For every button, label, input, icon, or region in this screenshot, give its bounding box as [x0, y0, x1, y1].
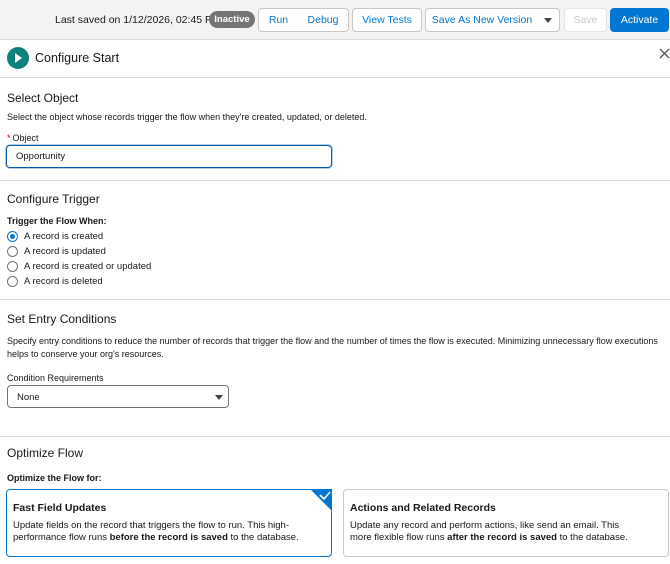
card-title: Actions and Related Records: [350, 502, 496, 514]
builder-toolbar: Last saved on 1/12/2026, 02:45 PM Inacti…: [0, 0, 670, 40]
radio-label: A record is created or updated: [24, 261, 152, 272]
optimize-flow-heading: Optimize Flow: [7, 446, 84, 460]
select-object-heading: Select Object: [7, 91, 79, 105]
object-input[interactable]: [6, 145, 332, 168]
radio-button[interactable]: [7, 246, 18, 257]
condition-requirements-label: Condition Requirements: [7, 373, 104, 383]
radio-label: A record is deleted: [24, 276, 103, 287]
fast-field-updates-card[interactable]: Fast Field Updates Update fields on the …: [6, 489, 332, 557]
radio-label: A record is created: [24, 231, 104, 242]
card-desc-prefix: performance flow runs: [13, 532, 110, 543]
entry-conditions-description-line2: helps to conserve your org's resources.: [7, 349, 164, 359]
select-value: None: [17, 392, 40, 403]
save-as-new-version-button[interactable]: Save As New Version: [425, 8, 539, 32]
view-tests-button[interactable]: View Tests: [352, 8, 422, 32]
run-button[interactable]: Run: [258, 8, 299, 32]
chevron-down-icon: [544, 18, 552, 23]
optimize-group-label: Optimize the Flow for:: [7, 473, 102, 483]
select-object-description: Select the object whose records trigger …: [7, 112, 367, 122]
save-button: Save: [564, 8, 607, 32]
status-badge: Inactive: [209, 11, 255, 28]
radio-button[interactable]: [7, 276, 18, 287]
entry-conditions-description-line1: Specify entry conditions to reduce the n…: [7, 336, 658, 346]
card-desc-line1: Update fields on the record that trigger…: [13, 520, 290, 531]
configure-trigger-heading: Configure Trigger: [7, 192, 100, 206]
radio-label: A record is updated: [24, 246, 106, 257]
card-description: Update any record and perform actions, l…: [350, 520, 660, 544]
card-desc-bold: before the record is saved: [109, 532, 228, 543]
chevron-down-icon: [215, 395, 223, 400]
card-desc-bold: after the record is saved: [447, 532, 557, 543]
condition-requirements-select[interactable]: None: [7, 385, 229, 408]
object-field-label: * Object: [7, 133, 39, 143]
required-marker: *: [7, 133, 11, 143]
close-icon[interactable]: [659, 48, 670, 59]
trigger-group-label: Trigger the Flow When:: [7, 216, 107, 226]
radio-button[interactable]: [7, 261, 18, 272]
panel-header: Configure Start: [0, 40, 670, 78]
card-description: Update fields on the record that trigger…: [13, 520, 323, 544]
entry-conditions-heading: Set Entry Conditions: [7, 312, 117, 326]
object-label-text: Object: [12, 133, 39, 143]
actions-and-related-records-card[interactable]: Actions and Related Records Update any r…: [343, 489, 669, 557]
card-desc-line1: Update any record and perform actions, l…: [350, 520, 620, 531]
panel-title: Configure Start: [35, 51, 120, 65]
save-options-menu-button[interactable]: [538, 8, 560, 32]
card-desc-prefix: more flexible flow runs: [350, 532, 448, 543]
card-desc-suffix: to the database.: [227, 532, 299, 543]
activate-button[interactable]: Activate: [610, 8, 669, 32]
checkmark-icon: [310, 489, 332, 511]
card-title: Fast Field Updates: [13, 502, 107, 514]
debug-button[interactable]: Debug: [298, 8, 349, 32]
play-icon: [7, 47, 29, 69]
card-desc-suffix: to the database.: [556, 532, 628, 543]
radio-button-checked[interactable]: [7, 231, 18, 242]
last-saved-text: Last saved on 1/12/2026, 02:45 PM: [55, 14, 221, 26]
